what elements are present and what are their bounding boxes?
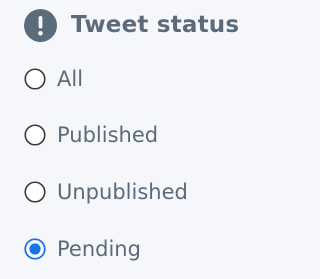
status-option-label: All xyxy=(57,67,84,91)
tweet-status-filter: Tweet status All Published Unpublished P… xyxy=(0,0,268,279)
exclamation-circle-icon xyxy=(24,8,57,42)
radio-button-icon[interactable] xyxy=(24,124,46,146)
radio-button-selected-icon[interactable] xyxy=(24,238,46,260)
status-option-all[interactable]: All xyxy=(24,64,83,94)
status-option-unpublished[interactable]: Unpublished xyxy=(24,177,188,207)
filter-title: Tweet status xyxy=(71,12,240,38)
status-option-label: Pending xyxy=(57,237,141,261)
filter-header: Tweet status xyxy=(24,5,239,45)
status-option-published[interactable]: Published xyxy=(24,120,158,150)
radio-button-icon[interactable] xyxy=(24,68,46,90)
status-option-label: Unpublished xyxy=(57,180,188,204)
status-option-label: Published xyxy=(57,123,159,147)
radio-button-icon[interactable] xyxy=(24,181,46,203)
status-option-pending[interactable]: Pending xyxy=(24,234,141,264)
